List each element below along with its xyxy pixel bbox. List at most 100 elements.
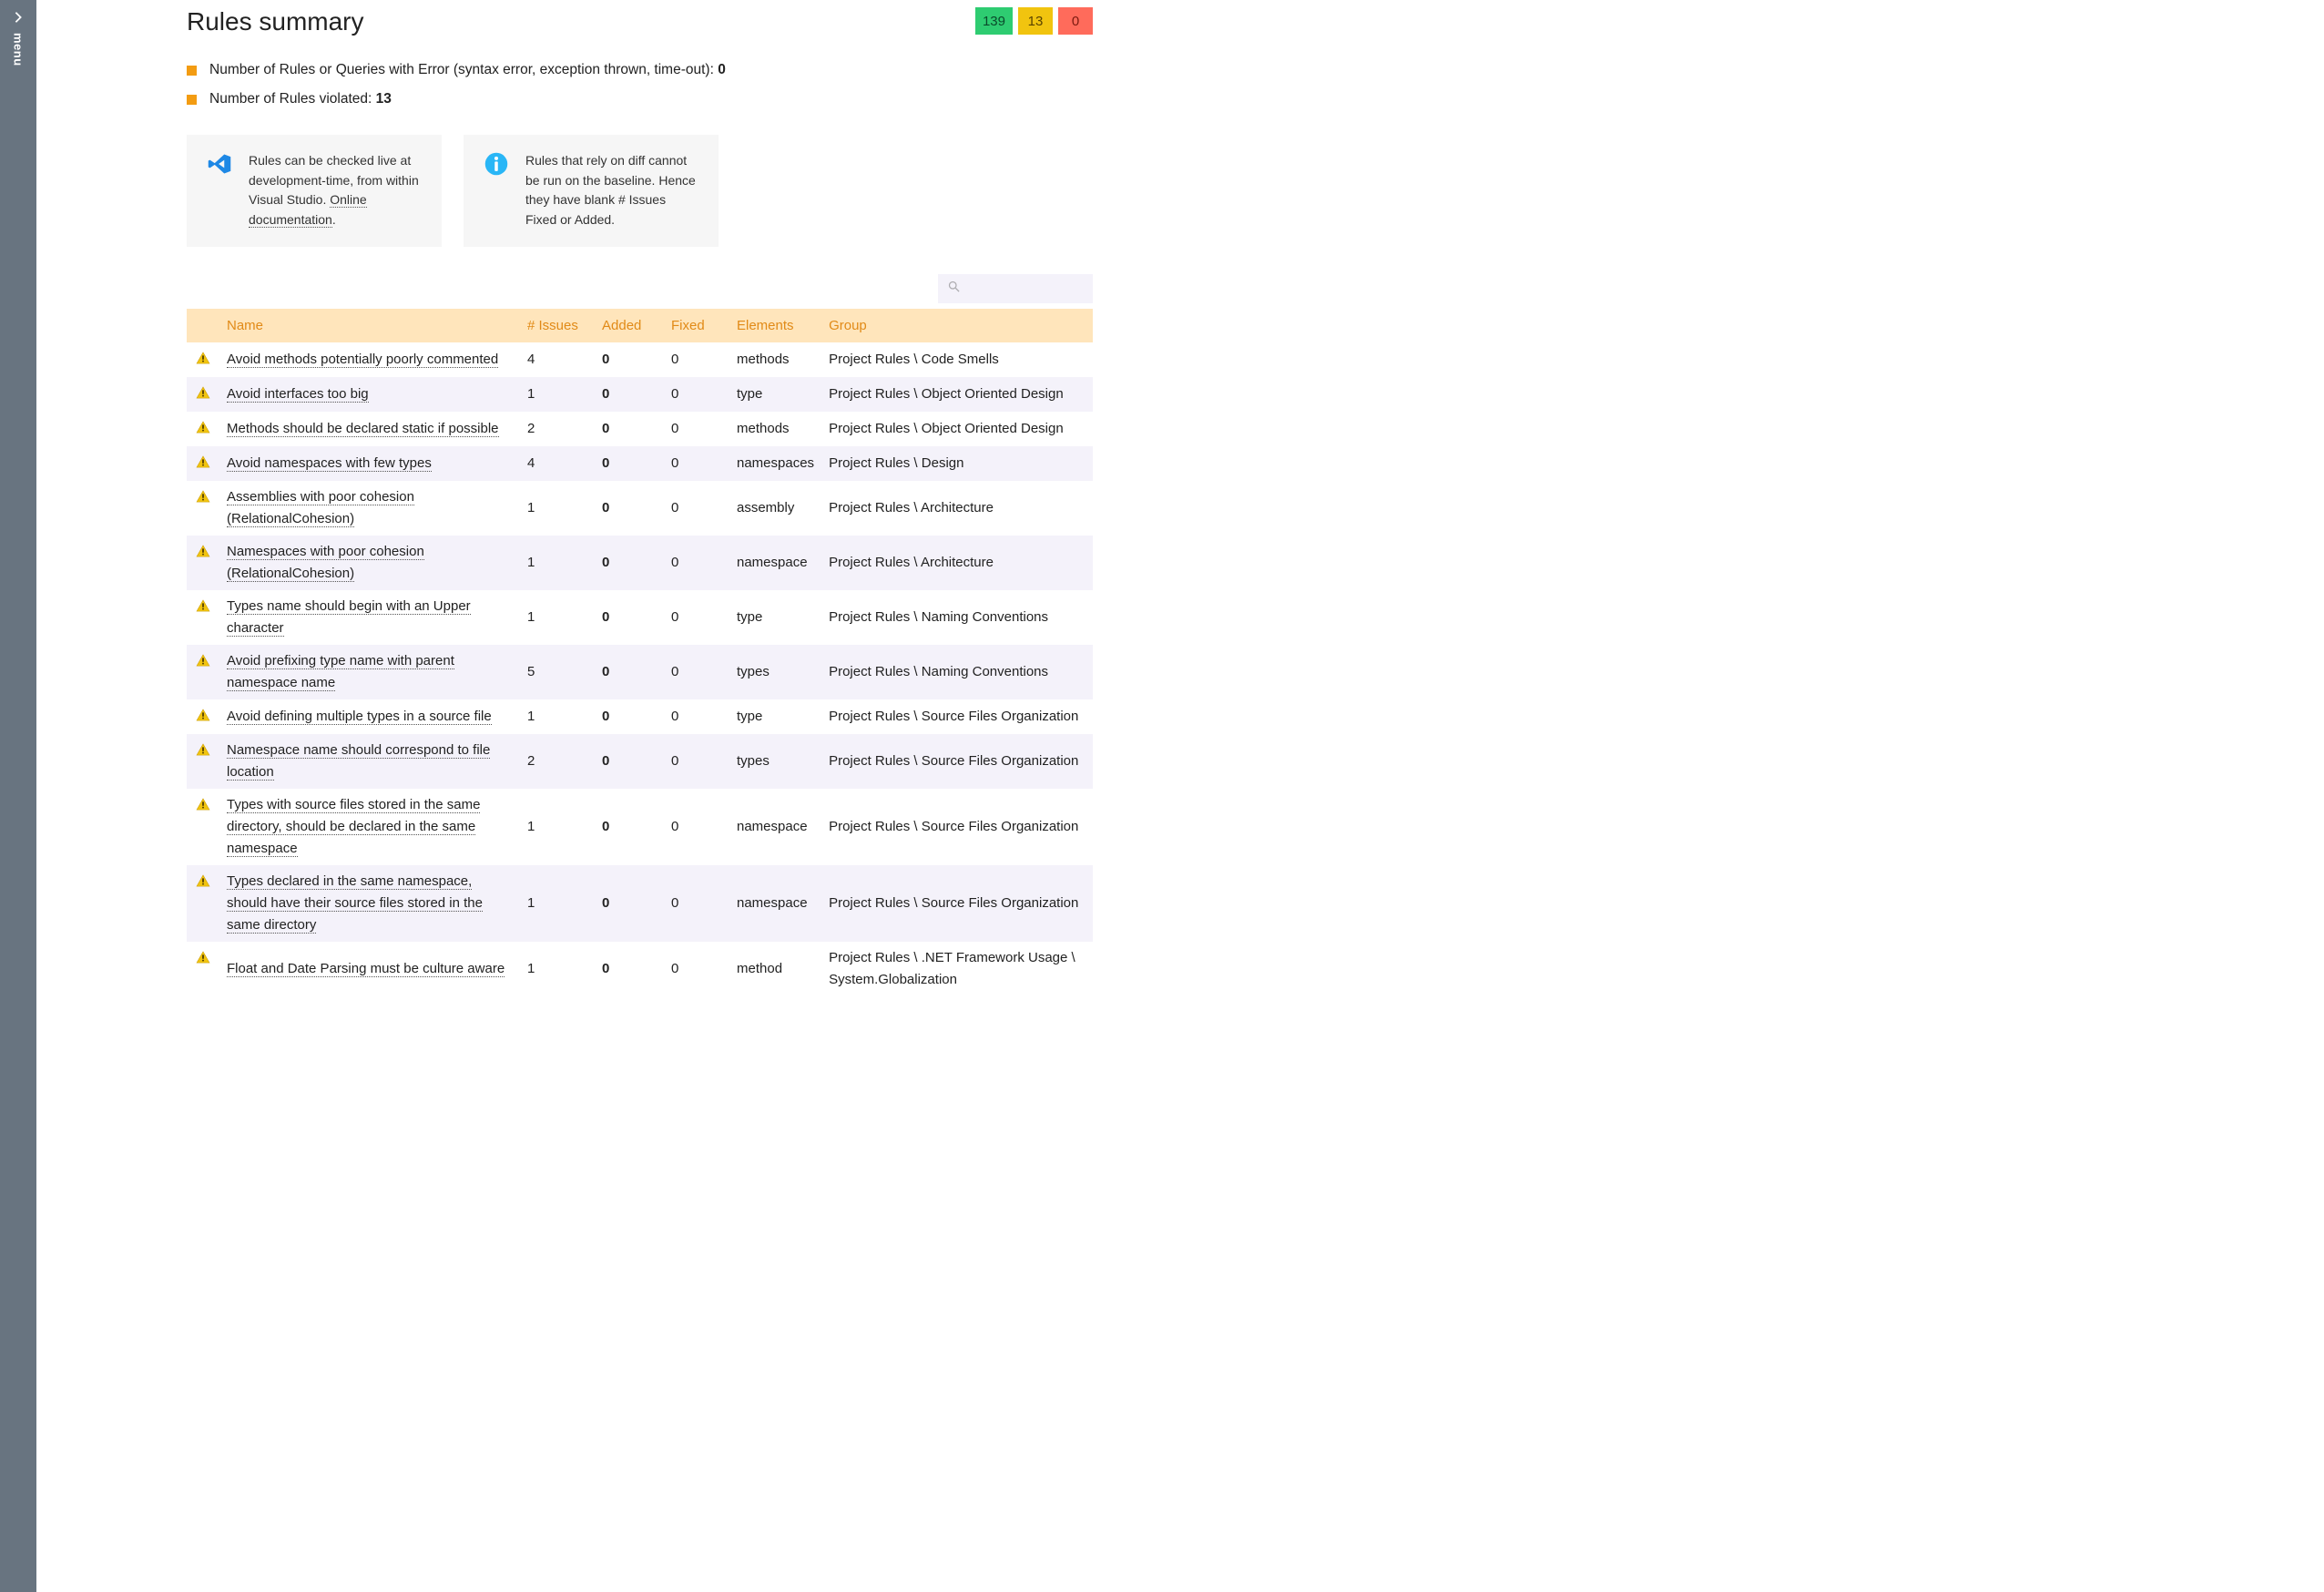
cell-group: Project Rules \ Source Files Organizatio… — [821, 699, 1093, 734]
warning-icon — [196, 743, 210, 756]
cell-elements: types — [729, 734, 821, 789]
warning-icon — [196, 386, 210, 399]
cell-added: 0 — [595, 645, 664, 699]
cell-fixed: 0 — [664, 342, 729, 377]
rule-name-link[interactable]: Methods should be declared static if pos… — [227, 421, 499, 437]
cell-group: Project Rules \ Source Files Organizatio… — [821, 865, 1093, 942]
cell-group: Project Rules \ .NET Framework Usage \ S… — [821, 942, 1093, 996]
summary-errors: Number of Rules or Queries with Error (s… — [187, 62, 1093, 78]
table-row: Avoid namespaces with few types400namesp… — [187, 446, 1093, 481]
cell-group: Project Rules \ Naming Conventions — [821, 590, 1093, 645]
summary-violated: Number of Rules violated: 13 — [187, 91, 1093, 107]
status-badge-passed[interactable]: 139 — [975, 7, 1013, 35]
cell-group: Project Rules \ Design — [821, 446, 1093, 481]
status-badge-error[interactable]: 0 — [1058, 7, 1093, 35]
rule-name-link[interactable]: Avoid defining multiple types in a sourc… — [227, 709, 492, 725]
rule-name-link[interactable]: Types declared in the same namespace, sh… — [227, 873, 483, 934]
col-header-added[interactable]: Added — [595, 309, 664, 342]
table-row: Types declared in the same namespace, sh… — [187, 865, 1093, 942]
cell-fixed: 0 — [664, 377, 729, 412]
rule-name-link[interactable]: Assemblies with poor cohesion (Relationa… — [227, 489, 414, 527]
cell-group: Project Rules \ Source Files Organizatio… — [821, 789, 1093, 865]
cell-fixed: 0 — [664, 942, 729, 996]
rule-name-link[interactable]: Avoid namespaces with few types — [227, 455, 432, 472]
table-row: Avoid interfaces too big100typeProject R… — [187, 377, 1093, 412]
cell-issues: 1 — [520, 789, 595, 865]
cell-issues: 1 — [520, 942, 595, 996]
cell-group: Project Rules \ Source Files Organizatio… — [821, 734, 1093, 789]
cell-elements: method — [729, 942, 821, 996]
warning-icon — [196, 421, 210, 434]
rule-name-link[interactable]: Float and Date Parsing must be culture a… — [227, 961, 505, 977]
status-badge-violated[interactable]: 13 — [1018, 7, 1053, 35]
summary-violated-count: 13 — [376, 91, 392, 107]
warning-icon — [196, 352, 210, 364]
cell-added: 0 — [595, 536, 664, 590]
cell-added: 0 — [595, 481, 664, 536]
rule-name-link[interactable]: Avoid interfaces too big — [227, 386, 369, 403]
warning-icon — [196, 709, 210, 721]
col-header-issues[interactable]: # Issues — [520, 309, 595, 342]
cell-elements: namespaces — [729, 446, 821, 481]
rule-name-link[interactable]: Avoid methods potentially poorly comment… — [227, 352, 498, 368]
cell-issues: 4 — [520, 342, 595, 377]
chevron-right-icon — [12, 11, 25, 27]
summary-errors-count: 0 — [718, 62, 726, 77]
cell-added: 0 — [595, 865, 664, 942]
cell-issues: 1 — [520, 377, 595, 412]
cell-group: Project Rules \ Architecture — [821, 536, 1093, 590]
search-box[interactable] — [938, 274, 1093, 303]
cell-added: 0 — [595, 342, 664, 377]
col-header-group[interactable]: Group — [821, 309, 1093, 342]
cell-fixed: 0 — [664, 590, 729, 645]
col-header-name[interactable]: Name — [219, 309, 520, 342]
rule-name-link[interactable]: Types with source files stored in the sa… — [227, 797, 480, 857]
cell-added: 0 — [595, 590, 664, 645]
summary-violated-label: Number of Rules violated: — [209, 91, 376, 107]
cell-issues: 5 — [520, 645, 595, 699]
table-row: Avoid methods potentially poorly comment… — [187, 342, 1093, 377]
cell-fixed: 0 — [664, 645, 729, 699]
rule-name-link[interactable]: Avoid prefixing type name with parent na… — [227, 653, 454, 691]
cell-fixed: 0 — [664, 536, 729, 590]
table-row: Avoid defining multiple types in a sourc… — [187, 699, 1093, 734]
cell-fixed: 0 — [664, 446, 729, 481]
cell-fixed: 0 — [664, 699, 729, 734]
info-box-text: Rules that rely on diff cannot be run on… — [525, 151, 698, 230]
col-header-elements[interactable]: Elements — [729, 309, 821, 342]
cell-issues: 1 — [520, 699, 595, 734]
page-title: Rules summary — [187, 7, 363, 36]
cell-elements: namespace — [729, 536, 821, 590]
cell-added: 0 — [595, 942, 664, 996]
rule-name-link[interactable]: Types name should begin with an Upper ch… — [227, 598, 471, 637]
cell-issues: 2 — [520, 412, 595, 446]
cell-elements: methods — [729, 342, 821, 377]
warning-icon — [196, 951, 210, 964]
cell-group: Project Rules \ Object Oriented Design — [821, 377, 1093, 412]
sidebar-menu-toggle[interactable]: menu — [0, 0, 36, 1592]
cell-added: 0 — [595, 734, 664, 789]
cell-elements: types — [729, 645, 821, 699]
cell-fixed: 0 — [664, 789, 729, 865]
cell-issues: 1 — [520, 590, 595, 645]
cell-added: 0 — [595, 789, 664, 865]
cell-issues: 4 — [520, 446, 595, 481]
search-input[interactable] — [968, 281, 1084, 296]
visual-studio-icon — [207, 151, 232, 177]
sidebar-menu-label: menu — [12, 33, 25, 66]
table-row: Avoid prefixing type name with parent na… — [187, 645, 1093, 699]
cell-fixed: 0 — [664, 734, 729, 789]
warning-icon — [196, 599, 210, 612]
info-box-diff-note: Rules that rely on diff cannot be run on… — [464, 135, 719, 247]
rules-table: Name # Issues Added Fixed Elements Group… — [187, 309, 1093, 996]
cell-issues: 1 — [520, 865, 595, 942]
cell-issues: 1 — [520, 536, 595, 590]
rule-name-link[interactable]: Namespace name should correspond to file… — [227, 742, 490, 781]
bullet-icon — [187, 66, 197, 76]
col-header-fixed[interactable]: Fixed — [664, 309, 729, 342]
info-icon — [484, 151, 509, 177]
cell-elements: type — [729, 377, 821, 412]
cell-elements: methods — [729, 412, 821, 446]
cell-issues: 2 — [520, 734, 595, 789]
rule-name-link[interactable]: Namespaces with poor cohesion (Relationa… — [227, 544, 424, 582]
